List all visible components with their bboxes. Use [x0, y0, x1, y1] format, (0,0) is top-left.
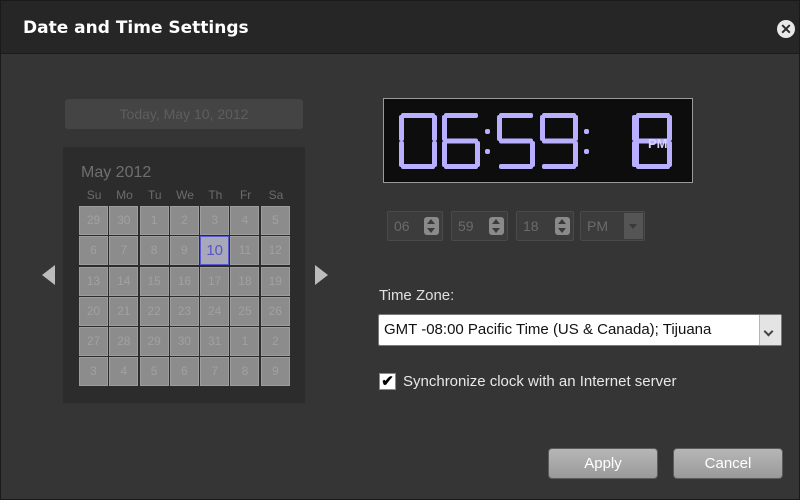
clock-digits: PM [399, 113, 672, 169]
period-select[interactable]: PM [580, 211, 645, 241]
weekday-label: Su [86, 188, 102, 202]
close-icon[interactable]: ✕ [777, 20, 795, 38]
calendar-day[interactable]: 5 [260, 206, 290, 235]
date-time-dialog: Date and Time Settings ✕ Today, May 10, … [0, 0, 800, 500]
calendar: May 2012 Su Mo Tu We Th Fr Sa 29 30 1 2 3 4 5 6 7 8 9 10 1… [63, 147, 305, 403]
calendar-day[interactable]: 22 [139, 296, 169, 326]
calendar-day[interactable]: 7 [200, 357, 230, 387]
clock-digit [497, 113, 535, 169]
hour-up-down-icon[interactable] [424, 217, 439, 235]
calendar-day-grid: 29 30 1 2 3 4 5 6 7 8 9 10 11 12 13 14 15 16 17 18 19 20 21 22 2… [79, 206, 290, 387]
calendar-day[interactable]: 24 [200, 296, 230, 326]
calendar-day[interactable]: 7 [109, 236, 139, 266]
clock-digit [399, 113, 437, 169]
minute-up-down-icon[interactable] [489, 217, 504, 235]
calendar-day[interactable]: 21 [109, 296, 139, 326]
calendar-day[interactable]: 12 [260, 236, 290, 266]
calendar-day[interactable]: 4 [230, 206, 260, 235]
clock-digit [540, 113, 578, 169]
cancel-button[interactable]: Cancel [673, 448, 783, 479]
calendar-day[interactable]: 29 [79, 206, 108, 235]
weekday-label: We [176, 188, 194, 202]
second-value: 18 [523, 218, 539, 234]
calendar-day[interactable]: 2 [169, 206, 199, 235]
calendar-day[interactable]: 6 [79, 236, 108, 266]
time-zone-label: Time Zone: [379, 287, 455, 304]
clock-colon-dot [584, 129, 589, 134]
calendar-day[interactable]: 13 [79, 266, 108, 296]
calendar-month-label: May 2012 [81, 164, 152, 181]
clock-period-label: PM [648, 136, 668, 151]
calendar-day[interactable]: 11 [230, 236, 260, 266]
calendar-day[interactable]: 2 [260, 327, 290, 357]
second-up-down-icon[interactable] [555, 217, 570, 235]
clock-colon-dot [584, 149, 589, 154]
calendar-day[interactable]: 6 [169, 357, 199, 387]
clock-colon-dot [485, 149, 490, 154]
dialog-title: Date and Time Settings [23, 18, 249, 38]
next-month-icon[interactable] [315, 265, 328, 285]
weekday-label: Fr [239, 188, 252, 202]
calendar-day[interactable]: 3 [200, 206, 230, 235]
calendar-day[interactable]: 28 [109, 327, 139, 357]
period-value: PM [587, 218, 608, 234]
calendar-day[interactable]: 27 [79, 327, 108, 357]
calendar-day[interactable]: 30 [169, 327, 199, 357]
calendar-day[interactable]: 8 [139, 236, 169, 266]
minute-value: 59 [458, 218, 474, 234]
chevron-down-icon[interactable] [759, 315, 781, 345]
second-spinner[interactable]: 18 [516, 211, 574, 241]
calendar-day[interactable]: 25 [230, 296, 260, 326]
today-date-display: Today, May 10, 2012 [65, 99, 303, 129]
weekday-label: Th [208, 188, 223, 202]
calendar-day[interactable]: 1 [139, 206, 169, 235]
calendar-day[interactable]: 5 [139, 357, 169, 387]
calendar-day[interactable]: 3 [79, 357, 108, 387]
minute-spinner[interactable]: 59 [451, 211, 508, 241]
title-bar: Date and Time Settings ✕ [1, 1, 799, 54]
time-zone-select[interactable]: GMT -08:00 Pacific Time (US & Canada); T… [378, 314, 782, 346]
calendar-day[interactable]: 18 [230, 266, 260, 296]
hour-spinner[interactable]: 06 [387, 211, 443, 241]
weekday-label: Sa [268, 188, 284, 202]
calendar-day[interactable]: 16 [169, 266, 199, 296]
calendar-day[interactable]: 17 [200, 266, 230, 296]
previous-month-icon[interactable] [42, 265, 55, 285]
calendar-day[interactable]: 4 [109, 357, 139, 387]
clock-colon-dot [485, 129, 490, 134]
chevron-down-icon[interactable] [624, 213, 643, 239]
calendar-day[interactable]: 26 [260, 296, 290, 326]
sync-checkbox-label: Synchronize clock with an Internet serve… [403, 373, 677, 390]
calendar-day[interactable]: 30 [109, 206, 139, 235]
calendar-day[interactable]: 23 [169, 296, 199, 326]
weekday-label: Tu [147, 188, 162, 202]
calendar-day[interactable]: 29 [139, 327, 169, 357]
weekday-header: Su Mo Tu We Th Fr Sa [79, 188, 291, 202]
digital-clock-display: PM [383, 98, 693, 183]
calendar-day[interactable]: 9 [260, 357, 290, 387]
clock-digit [442, 113, 480, 169]
calendar-day[interactable]: 15 [139, 266, 169, 296]
calendar-day[interactable]: 19 [260, 266, 290, 296]
calendar-day[interactable]: 1 [230, 327, 260, 357]
apply-button[interactable]: Apply [548, 448, 658, 479]
calendar-day[interactable]: 8 [230, 357, 260, 387]
time-zone-value: GMT -08:00 Pacific Time (US & Canada); T… [384, 321, 712, 338]
calendar-day[interactable]: 31 [200, 327, 230, 357]
sync-checkbox[interactable]: ✔ [379, 373, 396, 390]
calendar-day[interactable]: 20 [79, 296, 108, 326]
weekday-label: Mo [116, 188, 133, 202]
calendar-day[interactable]: 14 [109, 266, 139, 296]
calendar-day-selected[interactable]: 10 [200, 236, 230, 266]
calendar-day[interactable]: 9 [169, 236, 199, 266]
hour-value: 06 [394, 218, 410, 234]
